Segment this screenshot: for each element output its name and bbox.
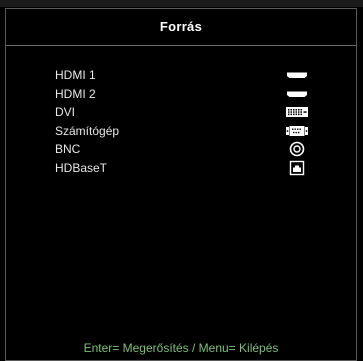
source-item-label: HDBaseT [55,160,108,175]
source-item-dvi[interactable]: DVI [6,103,356,121]
top-strip [0,0,363,7]
source-item-label: BNC [55,142,81,157]
source-item-label: DVI [55,105,76,120]
hdmi-port-icon [285,85,309,103]
source-item-computer[interactable]: Számítógép [6,122,356,140]
bnc-connector-icon [285,140,309,158]
menu-title: Forrás [6,9,356,46]
source-item-hdmi2[interactable]: HDMI 2 [6,85,356,103]
hdbaset-port-icon [285,159,309,177]
source-item-hdbaset[interactable]: HDBaseT [6,159,356,177]
dvi-port-icon [285,103,309,121]
vga-port-icon [285,122,309,140]
source-item-label: HDMI 2 [55,86,96,101]
source-item-hdmi1[interactable]: HDMI 1 [6,66,356,84]
source-menu-panel: Forrás HDMI 1 HDMI 2 DVI Számítógép BNC … [5,8,357,361]
source-item-label: HDMI 1 [55,68,96,82]
source-item-bnc[interactable]: BNC [6,140,356,158]
source-list: HDMI 1 HDMI 2 DVI Számítógép BNC HDBaseT [6,66,356,178]
source-item-label: Számítógép [55,123,120,138]
key-hint: Enter= Megerősítés / Menu= Kilépés [83,341,279,355]
hdmi-port-icon [285,66,309,84]
